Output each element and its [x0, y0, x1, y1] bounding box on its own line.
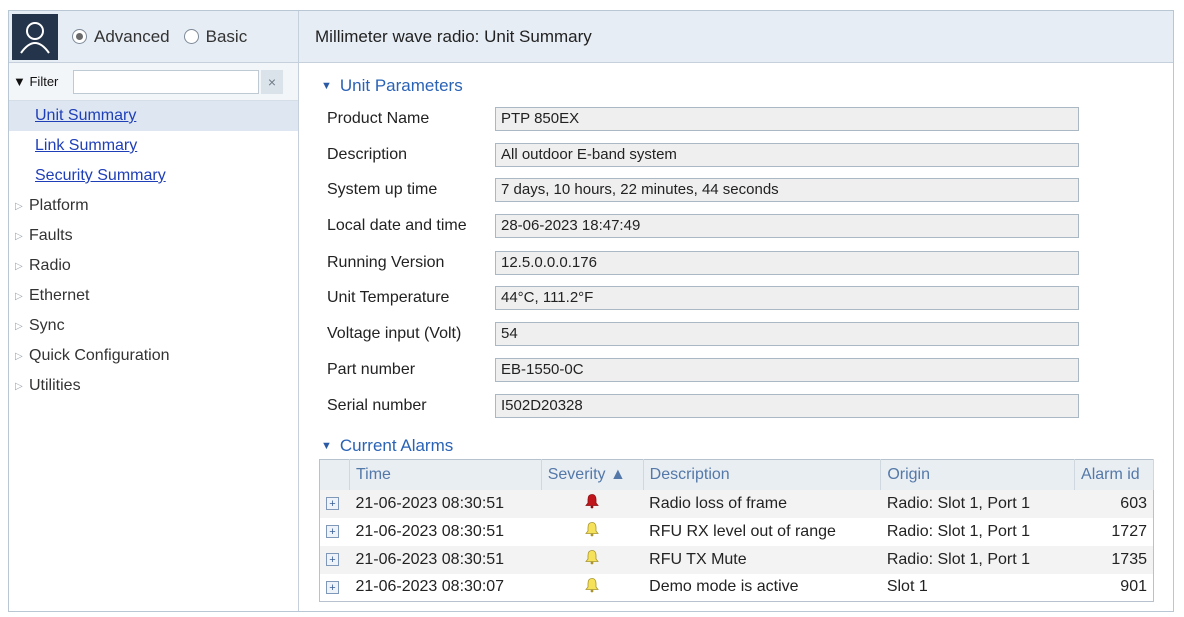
local-date-time-value: 28-06-2023 18:47:49 [495, 214, 1079, 238]
column-header-origin[interactable]: Origin [880, 459, 1076, 490]
column-header-alarm-id[interactable]: Alarm id [1074, 459, 1154, 490]
nav-sync[interactable]: ▷ Sync [9, 311, 298, 341]
alarm-row[interactable]: + 21-06-2023 08:30:51 RFU RX level out o… [320, 518, 1154, 546]
nav-security-summary[interactable]: Security Summary [9, 161, 298, 191]
unit-parameters-title: Unit Parameters [339, 76, 463, 95]
alarm-time: 21-06-2023 08:30:51 [349, 545, 542, 574]
alarm-id: 1727 [1111, 522, 1147, 540]
alarm-time: 21-06-2023 08:30:51 [355, 522, 505, 540]
mode-advanced-label: Advanced [94, 26, 170, 46]
expand-row-icon[interactable]: + [326, 524, 339, 538]
alarm-origin: Slot 1 [886, 578, 928, 596]
nav-unit-summary[interactable]: Unit Summary [9, 101, 298, 131]
radio-checked-icon [72, 29, 87, 44]
expand-triangle-icon: ▷ [15, 200, 23, 212]
unit-parameters-toggle[interactable]: ▼ Unit Parameters [321, 76, 463, 96]
column-header-time[interactable]: Time [349, 459, 542, 490]
alarm-id: 901 [1120, 578, 1147, 596]
expand-row-icon[interactable]: + [326, 496, 339, 510]
expand-row-icon[interactable]: + [326, 552, 339, 566]
nav-utilities[interactable]: ▷ Utilities [9, 371, 298, 401]
user-icon[interactable] [12, 13, 58, 60]
product-name-value: PTP 850EX [495, 107, 1079, 131]
alarm-origin: Radio: Slot 1, Port 1 [880, 545, 1075, 574]
radio-unchecked-icon [183, 29, 199, 44]
expand-triangle-icon: ▷ [15, 350, 23, 362]
nav-radio[interactable]: ▷ Radio [9, 251, 298, 281]
alarm-row[interactable]: + 21-06-2023 08:30:51 RFU TX Mute Radio:… [319, 545, 1154, 574]
description-value: All outdoor E-band system [495, 143, 1079, 167]
serial-number-value: I502D20328 [495, 394, 1079, 418]
expand-triangle-icon: ▷ [15, 380, 23, 392]
nav-faults[interactable]: ▷ Faults [9, 221, 298, 251]
minor-bell-icon [541, 574, 643, 602]
param-system-up-time: System up time 7 days, 10 hours, 22 minu… [327, 178, 1079, 202]
collapse-arrow-icon: ▼ [321, 80, 332, 92]
alarm-time: 21-06-2023 08:30:51 [349, 489, 542, 518]
navigation-tree: Unit Summary Link Summary Security Summa… [9, 101, 298, 401]
alarms-header-row: Time Severity ▲ Description Origin Alarm… [319, 459, 1154, 490]
current-alarms-toggle[interactable]: ▼ Current Alarms [321, 436, 453, 456]
mode-advanced-radio[interactable]: Advanced [72, 27, 170, 47]
alarm-description: RFU TX Mute [643, 545, 881, 574]
part-number-value: EB-1550-0C [495, 358, 1079, 382]
param-voltage-input: Voltage input (Volt) 54 [327, 322, 1079, 346]
alarm-description: Demo mode is active [649, 578, 799, 596]
alarm-id: 1735 [1074, 545, 1154, 574]
nav-quick-configuration[interactable]: ▷ Quick Configuration [9, 341, 298, 371]
alarms-table: Time Severity ▲ Description Origin Alarm… [319, 459, 1154, 602]
filter-input[interactable] [73, 69, 259, 94]
filter-label[interactable]: ▼ Filter [13, 74, 73, 89]
param-description: Description All outdoor E-band system [327, 143, 1079, 167]
column-header-severity[interactable]: Severity ▲ [541, 459, 644, 490]
alarm-row[interactable]: + 21-06-2023 08:30:07 Demo mode is activ… [320, 574, 1154, 602]
param-running-version: Running Version 12.5.0.0.0.176 [327, 251, 1079, 275]
filter-label-text: Filter [29, 74, 59, 89]
alarm-description: Radio loss of frame [643, 489, 881, 518]
collapse-arrow-icon: ▼ [321, 440, 332, 452]
column-header-description[interactable]: Description [643, 459, 882, 490]
minor-bell-icon [541, 545, 644, 574]
expand-triangle-icon: ▷ [15, 260, 23, 272]
sidebar-header: Advanced Basic [9, 11, 298, 63]
alarm-row[interactable]: + 21-06-2023 08:30:51 Radio loss of fram… [319, 489, 1154, 518]
expand-triangle-icon: ▷ [15, 320, 23, 332]
expand-column-header [319, 459, 350, 490]
mode-basic-label: Basic [205, 26, 248, 46]
expand-row-icon[interactable]: + [326, 580, 339, 594]
running-version-value: 12.5.0.0.0.176 [495, 251, 1079, 275]
nav-link-summary[interactable]: Link Summary [9, 131, 298, 161]
alarm-time: 21-06-2023 08:30:07 [355, 578, 505, 596]
alarm-origin: Radio: Slot 1, Port 1 [886, 522, 1030, 540]
unit-temperature-value: 44°C, 111.2°F [495, 286, 1079, 310]
system-up-time-value: 7 days, 10 hours, 22 minutes, 44 seconds [495, 178, 1079, 202]
critical-bell-icon [541, 489, 644, 518]
mode-basic-radio[interactable]: Basic [183, 26, 248, 47]
param-serial-number: Serial number I502D20328 [327, 394, 1079, 418]
alarm-id: 603 [1074, 489, 1154, 518]
voltage-input-value: 54 [495, 322, 1079, 346]
expand-triangle-icon: ▷ [15, 290, 23, 302]
sidebar: Advanced Basic ▼ Filter × Unit Summary L… [9, 11, 299, 611]
param-local-date-time: Local date and time 28-06-2023 18:47:49 [327, 214, 1079, 238]
minor-bell-icon [541, 518, 643, 546]
main-panel: Millimeter wave radio: Unit Summary ▼ Un… [299, 11, 1173, 611]
current-alarms-title: Current Alarms [339, 436, 454, 455]
page-title: Millimeter wave radio: Unit Summary [299, 11, 1173, 63]
filter-row: ▼ Filter × [9, 63, 298, 101]
nav-platform[interactable]: ▷ Platform [9, 191, 298, 221]
app-window: Advanced Basic ▼ Filter × Unit Summary L… [8, 10, 1174, 612]
param-part-number: Part number EB-1550-0C [327, 358, 1079, 382]
expand-triangle-icon: ▷ [15, 230, 23, 242]
param-unit-temperature: Unit Temperature 44°C, 111.2°F [327, 286, 1079, 310]
clear-filter-icon[interactable]: × [261, 69, 283, 94]
param-product-name: Product Name PTP 850EX [327, 107, 1079, 131]
alarm-origin: Radio: Slot 1, Port 1 [880, 489, 1075, 518]
alarm-description: RFU RX level out of range [649, 522, 836, 540]
nav-ethernet[interactable]: ▷ Ethernet [9, 281, 298, 311]
